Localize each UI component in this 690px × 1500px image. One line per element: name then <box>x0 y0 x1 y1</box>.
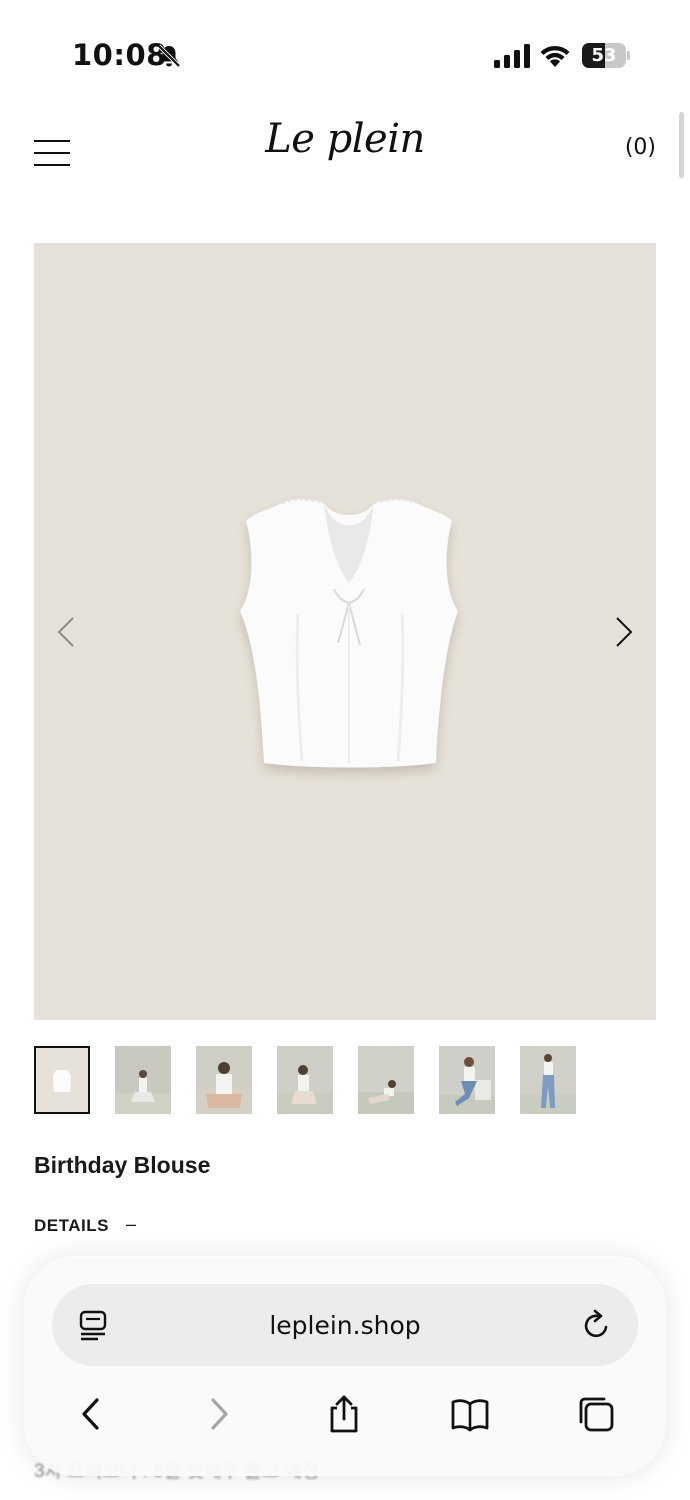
blouse-photo <box>240 497 458 768</box>
thumbnail-2[interactable] <box>115 1046 171 1114</box>
product-main-image[interactable] <box>34 243 656 1020</box>
bookmarks-icon[interactable] <box>450 1394 490 1434</box>
thumbnail-5[interactable] <box>358 1046 414 1114</box>
chevron-left-icon[interactable] <box>52 615 82 649</box>
battery-icon: 53 <box>582 43 630 68</box>
brand-logo[interactable]: Le plein <box>0 116 690 162</box>
share-icon[interactable] <box>324 1394 364 1434</box>
thumbnail-6[interactable] <box>439 1046 495 1114</box>
url-text[interactable]: leplein.shop <box>52 1311 638 1340</box>
details-label: DETAILS <box>34 1216 109 1235</box>
collapse-toggle-icon[interactable]: – <box>126 1214 136 1235</box>
clock-time: 10:08 <box>72 38 167 72</box>
thumbnail-4[interactable] <box>277 1046 333 1114</box>
product-title: Birthday Blouse <box>34 1152 211 1178</box>
reload-icon[interactable] <box>582 1309 612 1341</box>
thumbnail-3[interactable] <box>196 1046 252 1114</box>
bell-slash-icon <box>157 44 181 68</box>
tabs-icon[interactable] <box>576 1394 616 1434</box>
thumbnail-1[interactable] <box>34 1046 90 1114</box>
forward-icon[interactable] <box>198 1394 238 1434</box>
scroll-indicator <box>679 112 684 178</box>
site-header: Le plein (0) <box>0 100 690 200</box>
signal-bars-icon <box>494 44 530 68</box>
cart-count-button[interactable]: (0) <box>625 135 656 160</box>
chevron-right-icon[interactable] <box>608 615 638 649</box>
back-icon[interactable] <box>72 1394 112 1434</box>
status-bar: 10:08 53 <box>0 0 690 100</box>
address-bar[interactable]: leplein.shop <box>52 1284 638 1366</box>
details-accordion-header[interactable]: DETAILS – <box>34 1214 136 1240</box>
thumbnail-strip <box>34 1046 656 1116</box>
browser-toolbar: leplein.shop <box>24 1256 666 1476</box>
wifi-icon <box>540 45 570 67</box>
battery-level: 53 <box>591 45 617 66</box>
thumbnail-7[interactable] <box>520 1046 576 1114</box>
